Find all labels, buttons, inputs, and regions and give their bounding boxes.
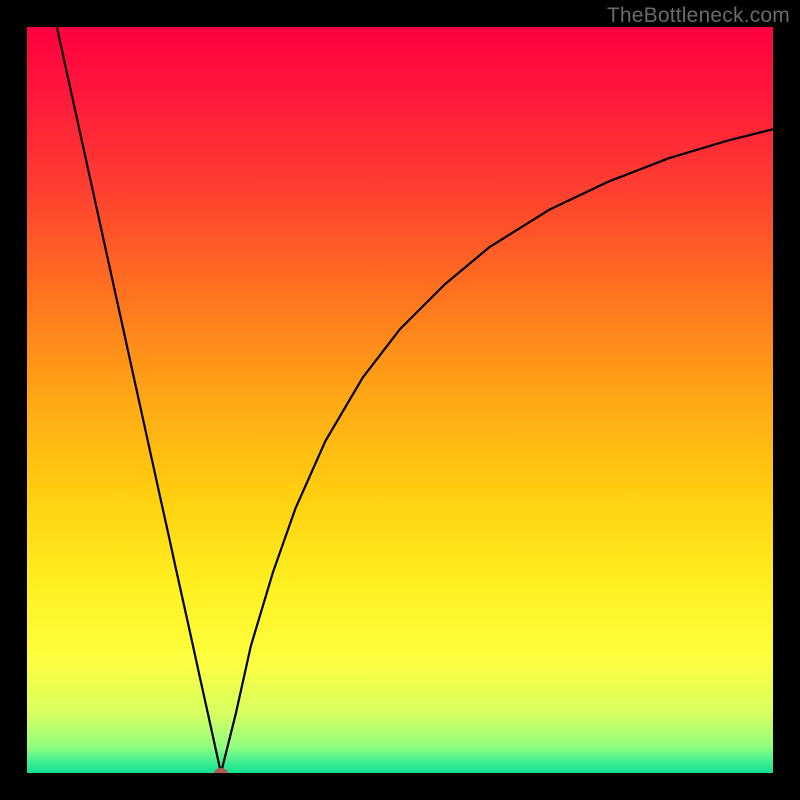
bottleneck-chart [27,27,773,773]
watermark-text: TheBottleneck.com [607,4,790,28]
plot-frame [27,27,773,773]
